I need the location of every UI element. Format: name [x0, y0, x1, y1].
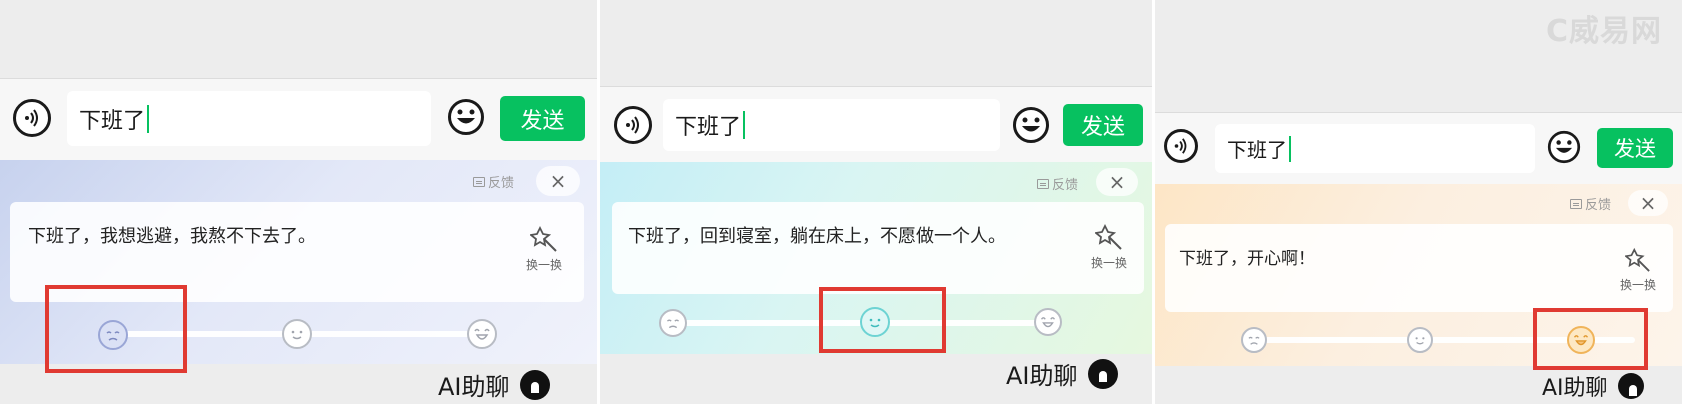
suggestion-text: 下班了，我想逃避，我熬不下去了。 [28, 226, 316, 247]
close-button[interactable]: × [536, 166, 580, 196]
message-input[interactable]: 下班了 [67, 91, 431, 146]
screenshot-panel-1: 下班了 发送 反馈 × 下班了，我想逃避，我熬不下去了。 换一换 AI助聊 [0, 0, 597, 404]
feedback-icon [1570, 198, 1582, 209]
text-caret [743, 111, 746, 139]
refresh-label: 换一换 [525, 258, 562, 272]
sad-face-icon[interactable] [659, 309, 687, 337]
happy-face-icon[interactable] [1034, 308, 1062, 336]
text-caret [1289, 135, 1291, 162]
voice-input-button[interactable] [13, 99, 51, 137]
sad-face-icon[interactable] [1241, 327, 1267, 353]
message-input-text: 下班了 [79, 108, 146, 134]
text-caret [147, 104, 150, 133]
send-button[interactable]: 发送 [500, 96, 585, 141]
voice-input-button[interactable] [1164, 129, 1198, 163]
ai-assist-text: AI助聊 [1006, 362, 1078, 390]
message-input[interactable]: 下班了 [663, 99, 1000, 151]
refresh-label: 换一换 [1090, 256, 1127, 270]
feedback-label: 反馈 [1052, 178, 1079, 193]
magic-wand-icon [1625, 247, 1650, 272]
ai-logo-icon [1087, 358, 1118, 389]
selection-highlight-box [1533, 308, 1648, 370]
emoji-icon[interactable] [1547, 130, 1581, 164]
ai-assist-text: AI助聊 [438, 373, 510, 401]
feedback-label: 反馈 [1585, 198, 1612, 213]
feedback-button[interactable]: 反馈 [473, 172, 514, 191]
chat-input-bar: 下班了 发送 [1155, 112, 1682, 184]
suggestion-text: 下班了，开心啊！ [1179, 249, 1315, 269]
refresh-label: 换一换 [1619, 278, 1656, 292]
screenshot-panel-3: C威易网 下班了 发送 反馈 × 下班了，开心啊！ 换一换 AI助聊 [1155, 0, 1682, 404]
selection-highlight-box [819, 287, 946, 353]
close-button[interactable]: × [1628, 190, 1668, 216]
selection-highlight-box [45, 285, 187, 373]
refresh-button[interactable]: 换一换 [1084, 222, 1134, 271]
voice-icon [25, 109, 38, 127]
ai-logo-icon [519, 369, 550, 400]
ai-assist-label[interactable]: AI助聊 [438, 367, 550, 402]
voice-icon [626, 116, 639, 134]
message-input-text: 下班了 [1227, 138, 1287, 162]
message-input[interactable]: 下班了 [1215, 124, 1535, 173]
feedback-label: 反馈 [488, 176, 515, 191]
ai-assist-text: AI助聊 [1542, 376, 1608, 401]
refresh-button[interactable]: 换一换 [519, 224, 569, 273]
feedback-icon [1037, 178, 1049, 189]
ai-assist-label[interactable]: AI助聊 [1006, 356, 1118, 391]
feedback-button[interactable]: 反馈 [1570, 194, 1611, 213]
send-button[interactable]: 发送 [1063, 104, 1143, 146]
suggestion-card[interactable]: 下班了，开心啊！ 换一换 [1165, 224, 1673, 312]
close-button[interactable]: × [1096, 168, 1138, 196]
screenshot-panel-2: 下班了 发送 反馈 × 下班了，回到寝室，躺在床上，不愿做一个人。 换一换 AI… [600, 0, 1152, 404]
suggestion-text: 下班了，回到寝室，躺在床上，不愿做一个人。 [628, 226, 1006, 247]
voice-icon [1174, 138, 1187, 154]
emoji-icon[interactable] [447, 98, 485, 136]
suggestion-card[interactable]: 下班了，回到寝室，躺在床上，不愿做一个人。 换一换 [612, 202, 1144, 294]
happy-face-icon[interactable] [467, 319, 497, 349]
calm-face-icon[interactable] [1407, 327, 1433, 353]
calm-face-icon[interactable] [282, 319, 312, 349]
send-button[interactable]: 发送 [1597, 128, 1673, 168]
feedback-button[interactable]: 反馈 [1037, 174, 1078, 193]
chat-input-bar: 下班了 发送 [0, 78, 597, 160]
emoji-icon[interactable] [1012, 106, 1050, 144]
chat-input-bar: 下班了 发送 [600, 86, 1152, 162]
site-watermark: C威易网 [1545, 14, 1662, 49]
feedback-icon [473, 176, 485, 187]
refresh-button[interactable]: 换一换 [1613, 246, 1663, 293]
voice-input-button[interactable] [614, 106, 652, 144]
message-input-text: 下班了 [675, 115, 742, 140]
ai-logo-icon [1617, 373, 1644, 399]
ai-assist-label[interactable]: AI助聊 [1542, 370, 1644, 402]
magic-wand-icon [1095, 223, 1122, 250]
magic-wand-icon [530, 225, 557, 252]
